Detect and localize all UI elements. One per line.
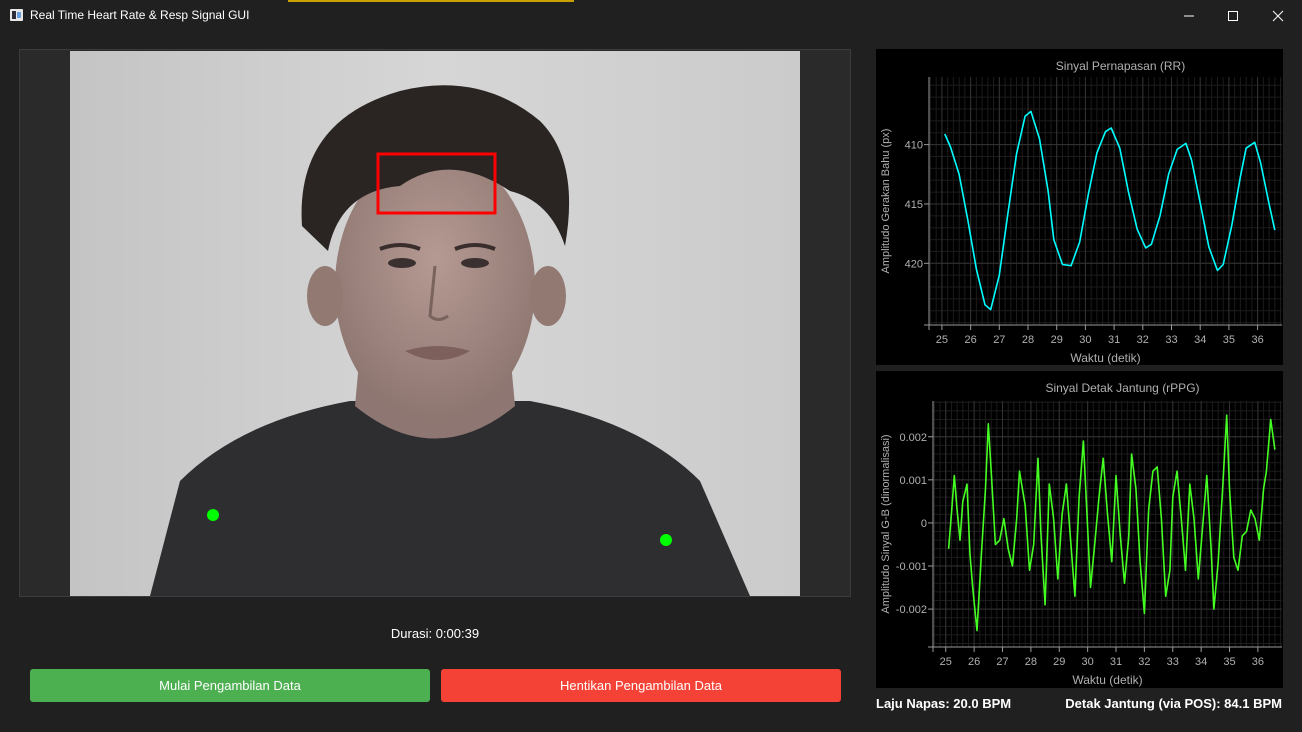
camera-feed-panel (19, 49, 851, 597)
y-tick-label: 415 (905, 199, 923, 211)
chart0-y-label: Amplitudo Gerakan Bahu (px) (880, 129, 892, 274)
respiration-chart: 25 26 27 28 29 30 31 32 33 34 35 36 410 415 420 Sinyal … (876, 49, 1283, 365)
x-tick-label: 25 (936, 334, 948, 346)
x-tick-label: 27 (993, 334, 1005, 346)
x-tick-label: 28 (1022, 334, 1034, 346)
x-tick-label: 25 (940, 656, 952, 668)
chart0-x-label: Waktu (detik) (1070, 351, 1140, 365)
y-tick-label: -0.001 (896, 561, 927, 573)
chart1-title: Sinyal Detak Jantung (rPPG) (1045, 381, 1199, 395)
minimize-icon (1184, 15, 1194, 16)
duration-label: Durasi: 0:00:39 (390, 626, 480, 641)
chart1-x-label: Waktu (detik) (1072, 673, 1142, 687)
chart0-series-line (944, 110, 1276, 311)
x-tick-label: 31 (1110, 656, 1122, 668)
x-tick-label: 34 (1195, 656, 1207, 668)
x-tick-label: 32 (1138, 656, 1150, 668)
left-shoulder-marker (207, 509, 219, 521)
start-recording-button[interactable]: Mulai Pengambilan Data (30, 669, 430, 702)
maximize-icon (1228, 10, 1238, 21)
x-tick-label: 27 (996, 656, 1008, 668)
x-tick-label: 31 (1108, 334, 1120, 346)
x-tick-label: 26 (968, 656, 980, 668)
close-icon (1272, 10, 1284, 21)
x-tick-label: 33 (1167, 656, 1179, 668)
heart-rate-chart-svg: 25 26 27 28 29 30 31 32 33 34 35 36 0.002 0.001 0 -0.00… (880, 381, 1282, 687)
person-right-ear (530, 266, 566, 326)
x-tick-label: 35 (1223, 334, 1235, 346)
x-tick-label: 30 (1082, 656, 1094, 668)
webcam-image (70, 51, 800, 596)
y-tick-label: 0 (921, 518, 927, 530)
title-bar-accent (288, 0, 574, 2)
respiration-chart-svg: 25 26 27 28 29 30 31 32 33 34 35 36 410 415 420 Sinyal … (880, 59, 1282, 365)
x-tick-label: 35 (1223, 656, 1235, 668)
close-button[interactable] (1255, 0, 1301, 31)
y-tick-label: 420 (905, 258, 923, 270)
x-tick-label: 33 (1165, 334, 1177, 346)
x-tick-label: 29 (1051, 334, 1063, 346)
chart1-y-label: Amplitudo Sinyal G-B (dinormalisasi) (880, 434, 892, 613)
y-tick-label: 0.001 (899, 475, 927, 487)
camera-frame (70, 51, 800, 596)
person-right-eye (461, 258, 489, 268)
x-tick-label: 36 (1251, 334, 1263, 346)
person-left-eye (388, 258, 416, 268)
y-tick-label: -0.002 (896, 604, 927, 616)
chart0-title: Sinyal Pernapasan (RR) (1056, 59, 1185, 73)
x-tick-label: 29 (1053, 656, 1065, 668)
app-window: Real Time Heart Rate & Resp Signal GUI D… (0, 0, 1302, 732)
x-tick-label: 26 (964, 334, 976, 346)
y-tick-label: 0.002 (899, 432, 927, 444)
stop-recording-button[interactable]: Hentikan Pengambilan Data (441, 669, 841, 702)
title-bar[interactable]: Real Time Heart Rate & Resp Signal GUI (0, 0, 1302, 31)
minimize-button[interactable] (1166, 0, 1212, 31)
heart-rate-chart: 25 26 27 28 29 30 31 32 33 34 35 36 0.002 0.001 0 -0.00… (876, 371, 1283, 688)
x-tick-label: 34 (1194, 334, 1206, 346)
maximize-button[interactable] (1210, 0, 1256, 31)
y-tick-label: 410 (905, 140, 923, 152)
x-tick-label: 32 (1137, 334, 1149, 346)
x-tick-label: 28 (1025, 656, 1037, 668)
window-title: Real Time Heart Rate & Resp Signal GUI (30, 8, 250, 22)
person-left-ear (307, 266, 343, 326)
heart-rate-readout: Detak Jantung (via POS): 84.1 BPM (1065, 696, 1282, 711)
respiration-rate-readout: Laju Napas: 20.0 BPM (876, 696, 1012, 711)
x-tick-label: 36 (1252, 656, 1264, 668)
right-shoulder-marker (660, 534, 672, 546)
x-tick-label: 30 (1079, 334, 1091, 346)
app-icon (10, 9, 23, 21)
